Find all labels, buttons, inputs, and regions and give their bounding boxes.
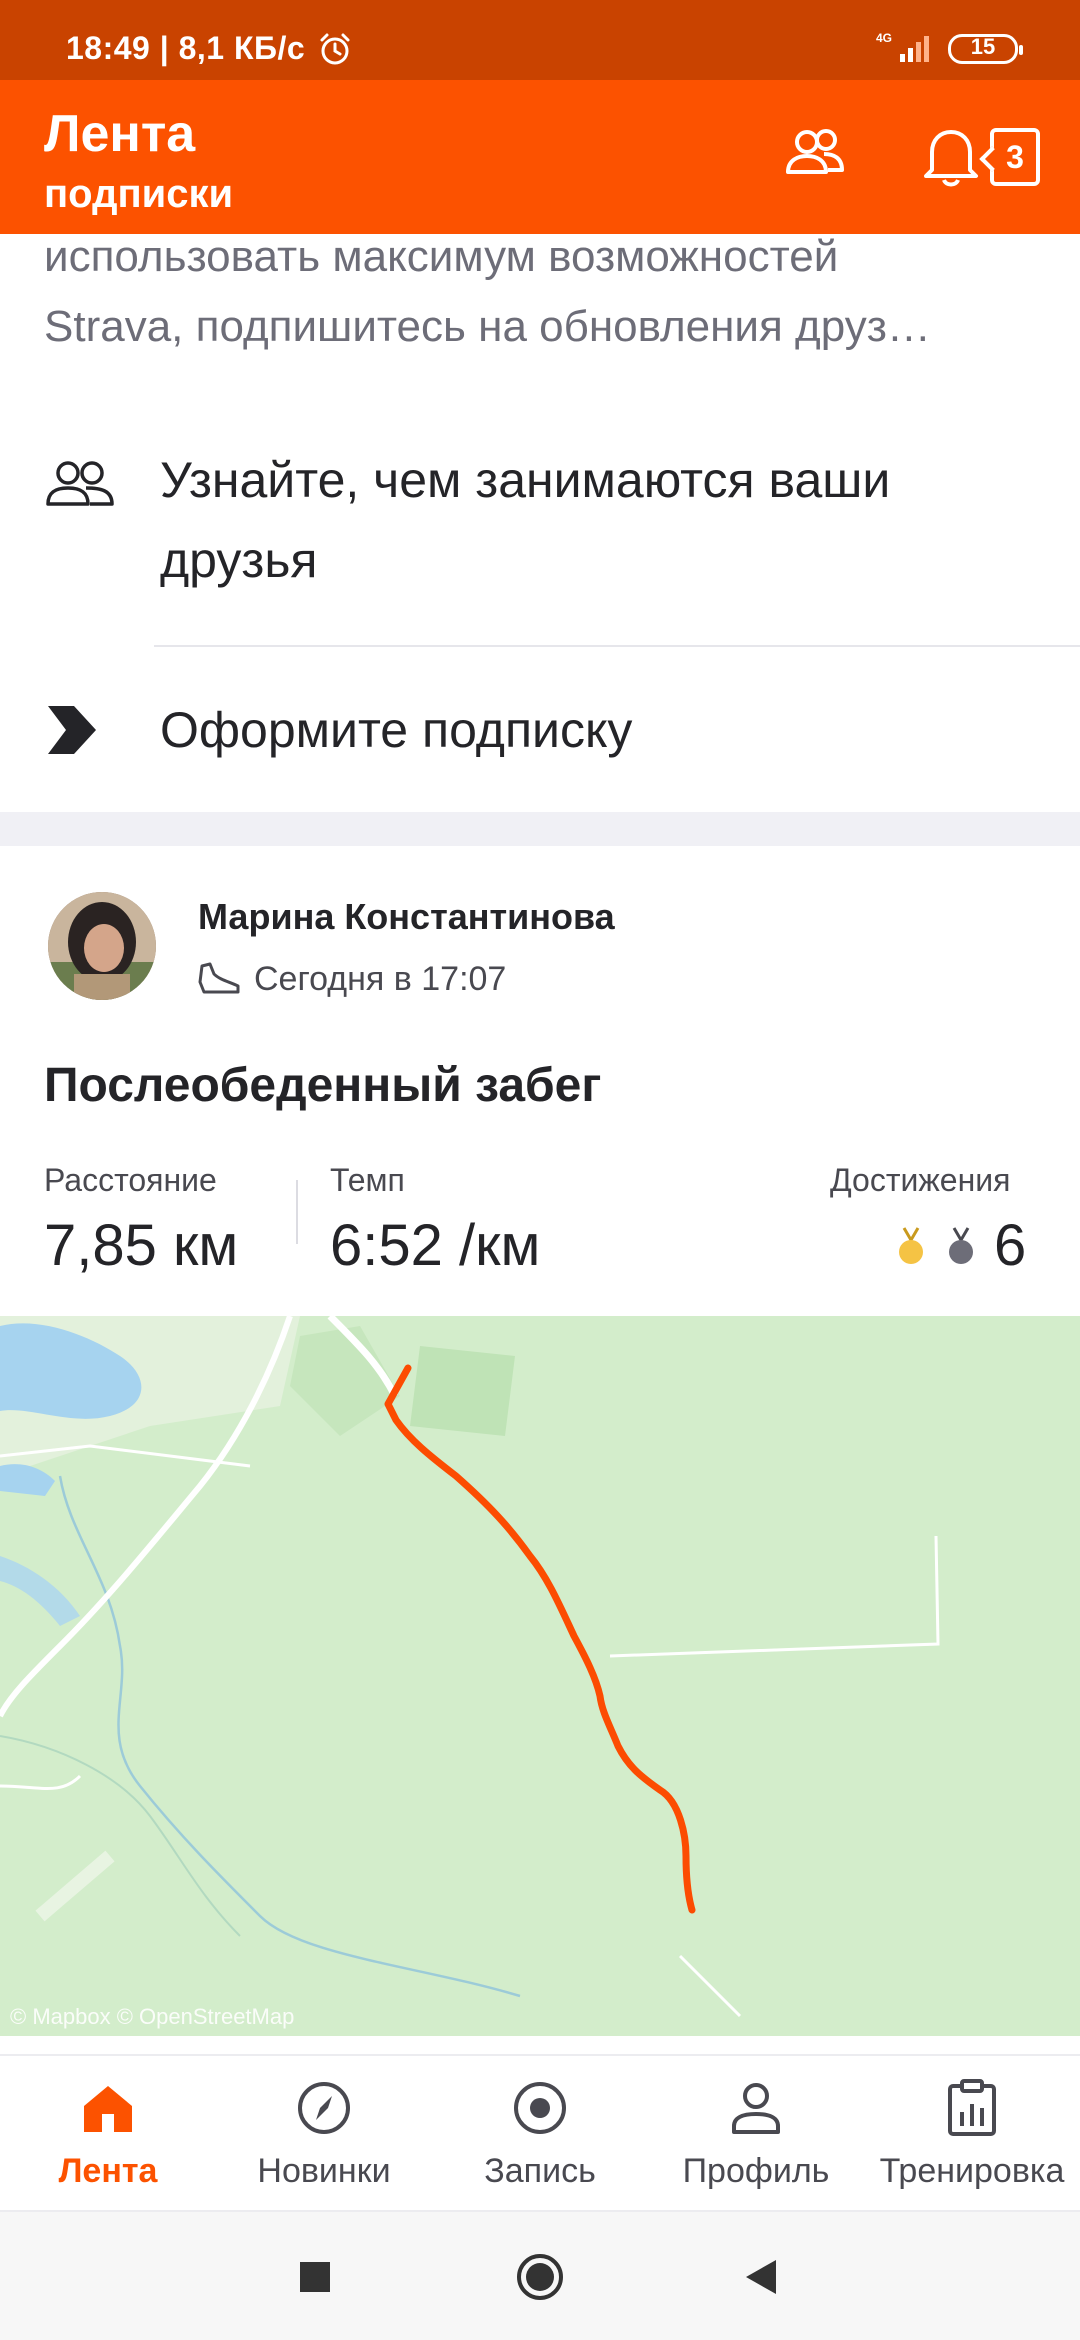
tab-feed[interactable]: Лента <box>0 2056 216 2212</box>
athlete-name[interactable]: Марина Константинова <box>198 896 615 938</box>
achievements-count: 6 <box>994 1213 1027 1278</box>
compass-icon <box>298 2082 350 2134</box>
subscription-chevron-icon <box>48 706 96 754</box>
find-friends-row[interactable]: Узнайте, чем занимаются ваши друзья <box>0 440 1080 640</box>
notification-count-badge[interactable]: 3 <box>990 128 1040 186</box>
svg-text:4G: 4G <box>876 31 892 45</box>
signal-icon: 4G <box>876 31 929 62</box>
home-button-icon[interactable] <box>515 2252 565 2302</box>
promo-description: использовать максимум возможностей Strav… <box>44 232 931 351</box>
tab-training[interactable]: Тренировка <box>864 2056 1080 2212</box>
section-separator <box>0 812 1080 846</box>
alarm-icon <box>320 33 350 65</box>
achievements-label: Достижения <box>830 1162 1011 1198</box>
tab-profile[interactable]: Профиль <box>648 2056 864 2212</box>
tab-label: Лента <box>58 2152 158 2190</box>
pace-label: Темп <box>330 1162 405 1198</box>
map-graphic <box>0 1316 940 2018</box>
status-bar: 18:49 | 8,1 КБ/с 4G 15 <box>0 0 1080 80</box>
tab-label: Новинки <box>257 2152 391 2190</box>
stat-divider <box>296 1180 298 1244</box>
silver-medal-icon <box>949 1227 973 1264</box>
find-friends-label: Узнайте, чем занимаются ваши друзья <box>160 452 891 588</box>
tab-label: Запись <box>484 2152 596 2190</box>
map-attribution[interactable]: © Mapbox © OpenStreetMap <box>10 2004 294 2030</box>
friends-icon <box>46 461 114 506</box>
activity-title[interactable]: Послеобеденный забег <box>44 1058 601 1113</box>
back-icon[interactable] <box>738 2252 788 2302</box>
home-icon <box>84 2086 132 2132</box>
activity-map[interactable]: © Mapbox © OpenStreetMap <box>0 1316 1080 2036</box>
bottom-tab-bar: Лента Новинки Запись Профиль Тренировка <box>0 2054 1080 2210</box>
subscribe-row[interactable]: Оформите подписку <box>0 690 1080 770</box>
tab-record[interactable]: Запись <box>432 2056 648 2212</box>
notifications-bell-icon[interactable] <box>922 120 980 190</box>
status-time: 18:49 | 8,1 КБ/с <box>66 30 306 66</box>
clipboard-chart-icon <box>948 2079 996 2136</box>
tab-label: Профиль <box>682 2152 830 2190</box>
profile-icon <box>732 2083 780 2134</box>
subscribe-label: Оформите подписку <box>160 702 633 758</box>
app-header: Лента подписки 3 <box>0 80 1080 234</box>
recent-apps-icon[interactable] <box>290 2252 340 2302</box>
feed-filter-dropdown[interactable]: подписки <box>44 172 233 217</box>
tab-label: Тренировка <box>879 2152 1065 2190</box>
distance-label: Расстояние <box>44 1162 217 1198</box>
tab-explore[interactable]: Новинки <box>216 2056 432 2212</box>
record-icon <box>514 2082 566 2134</box>
find-friends-icon[interactable] <box>780 120 850 190</box>
activity-timestamp: Сегодня в 17:07 <box>254 960 507 998</box>
pace-value: 6:52 /км <box>330 1213 541 1278</box>
battery-icon: 15 <box>948 34 1023 64</box>
gold-medal-icon <box>899 1227 923 1264</box>
system-navigation-bar <box>0 2210 1080 2340</box>
divider <box>154 645 1080 647</box>
distance-value: 7,85 км <box>44 1213 239 1278</box>
run-shoe-icon <box>198 962 240 994</box>
page-title: Лента <box>44 105 196 163</box>
avatar[interactable] <box>48 892 156 1000</box>
